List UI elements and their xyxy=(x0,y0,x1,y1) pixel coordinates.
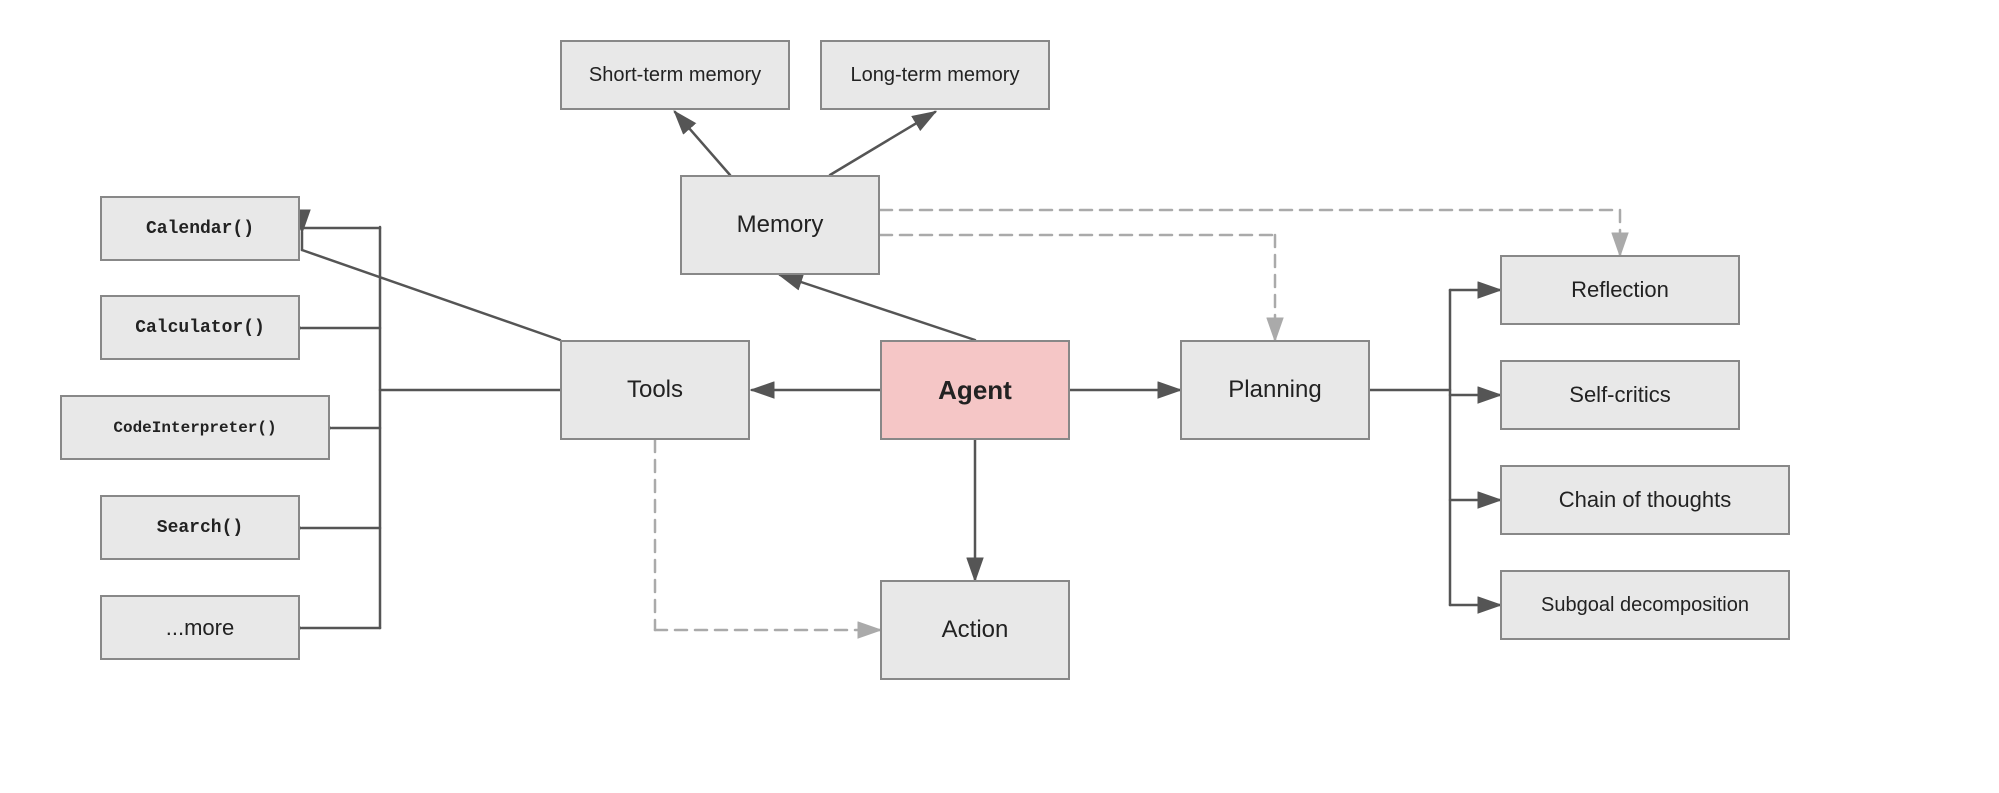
subgoal-decomp-node: Subgoal decomposition xyxy=(1500,570,1790,640)
long-term-memory-node: Long-term memory xyxy=(820,40,1050,110)
calculator-node: Calculator() xyxy=(100,295,300,360)
self-critics-node: Self-critics xyxy=(1500,360,1740,430)
calendar-node: Calendar() xyxy=(100,196,300,261)
short-term-memory-node: Short-term memory xyxy=(560,40,790,110)
search-node: Search() xyxy=(100,495,300,560)
more-node: ...more xyxy=(100,595,300,660)
diagram-container: Short-term memory Long-term memory Memor… xyxy=(0,0,1999,793)
reflection-node: Reflection xyxy=(1500,255,1740,325)
action-node: Action xyxy=(880,580,1070,680)
code-interpreter-node: CodeInterpreter() xyxy=(60,395,330,460)
memory-node: Memory xyxy=(680,175,880,275)
agent-node: Agent xyxy=(880,340,1070,440)
planning-node: Planning xyxy=(1180,340,1370,440)
chain-of-thoughts-node: Chain of thoughts xyxy=(1500,465,1790,535)
tools-node: Tools xyxy=(560,340,750,440)
